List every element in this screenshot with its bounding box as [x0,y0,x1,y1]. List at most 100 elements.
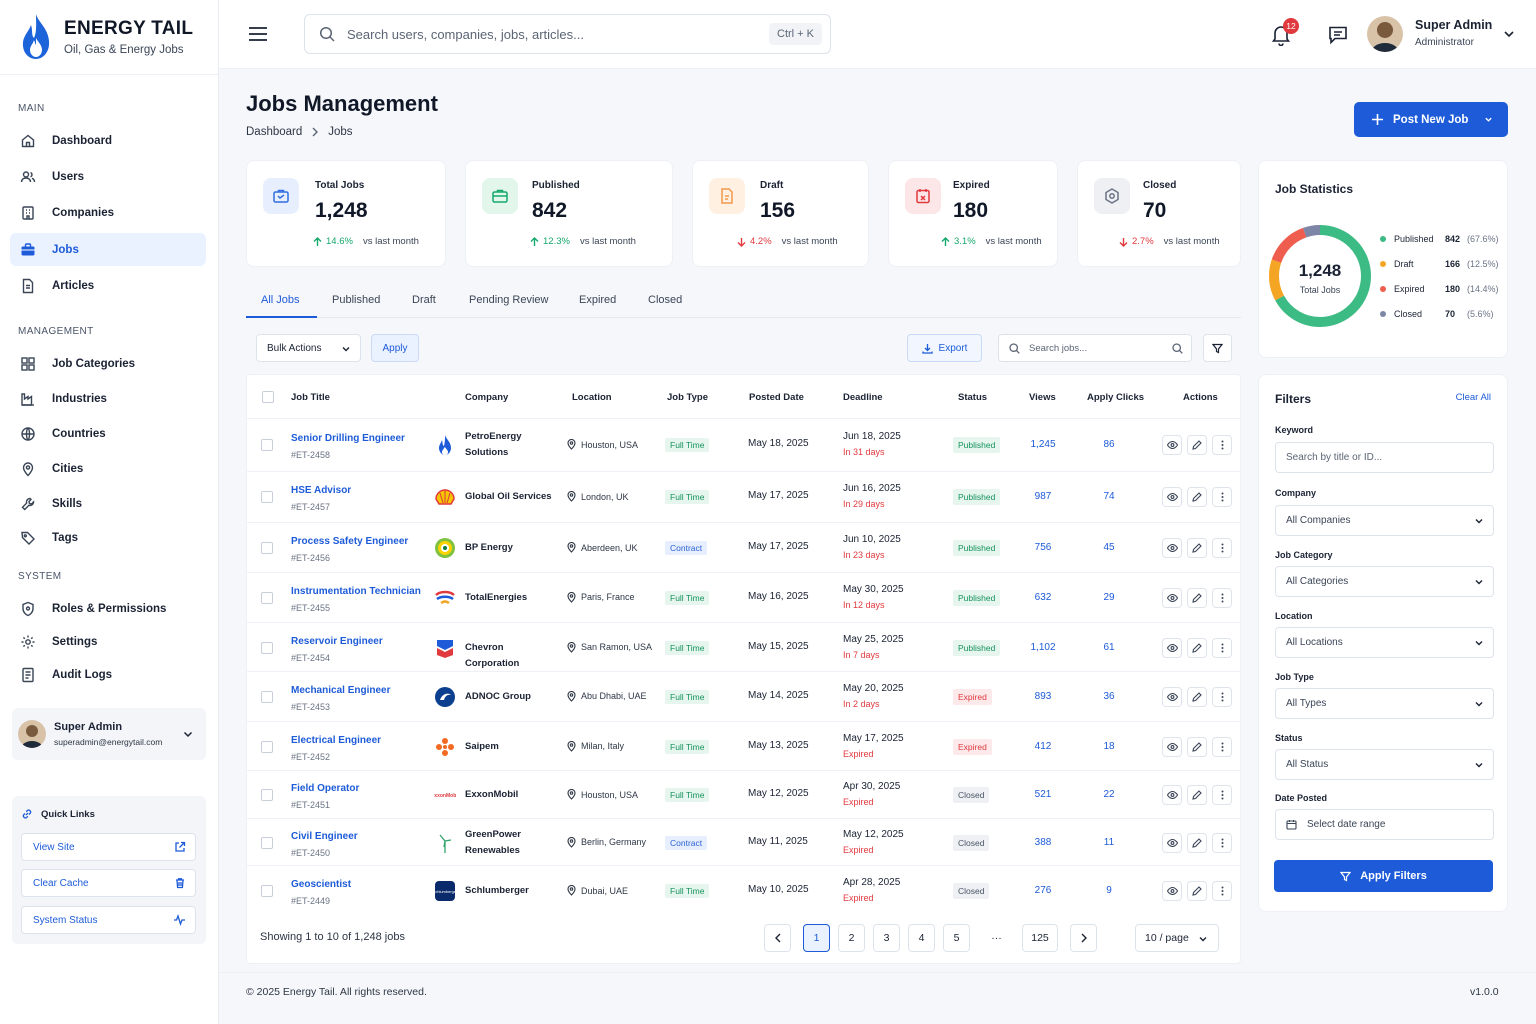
bulk-actions-select[interactable]: Bulk Actions [256,334,361,362]
row-checkbox[interactable] [261,740,273,753]
table-row[interactable]: Process Safety Engineer #ET-2456 BP Energy… [246,522,1241,572]
view-job-button[interactable] [1162,587,1182,608]
view-job-button[interactable] [1162,487,1182,507]
row-checkbox[interactable] [261,591,273,604]
hamburger-menu-icon[interactable] [249,27,267,41]
row-checkbox[interactable] [261,641,273,654]
more-actions-button[interactable] [1212,785,1232,805]
table-row[interactable]: Reservoir Engineer #ET-2454 Chevron Corpor… [246,622,1241,671]
edit-job-button[interactable] [1187,435,1207,455]
apply-bulk-button[interactable]: Apply [371,334,419,362]
sidebar-item-cities[interactable]: Cities [10,452,206,485]
tab-draft[interactable]: Draft [412,294,436,306]
view-job-button[interactable] [1162,435,1182,455]
row-checkbox[interactable] [261,836,273,849]
more-actions-button[interactable] [1212,881,1232,901]
system-status-link[interactable]: System Status [21,906,196,934]
row-checkbox[interactable] [261,542,273,554]
edit-job-button[interactable] [1187,587,1207,608]
apply-filters-button[interactable]: Apply Filters [1274,860,1493,892]
view-job-button[interactable] [1162,538,1182,558]
column-header[interactable]: Company [465,392,508,403]
page-button[interactable]: 5 [943,924,970,952]
messages-icon[interactable] [1328,25,1348,45]
view-job-button[interactable] [1162,832,1182,853]
column-header[interactable]: Views [1029,392,1056,403]
more-actions-button[interactable] [1212,487,1232,507]
per-page-select[interactable]: 10 / page [1135,924,1219,952]
view-job-button[interactable] [1162,736,1182,757]
chevron-down-icon[interactable] [1503,28,1515,40]
search-jobs-input[interactable]: Search jobs... [998,334,1192,362]
tab-closed[interactable]: Closed [648,294,682,306]
sidebar-item-tags[interactable]: Tags [10,521,206,554]
table-row[interactable]: HSE Advisor #ET-2457 Global Oil Services Lo… [246,471,1241,521]
job-title-link[interactable]: Mechanical Engineer [291,685,390,696]
row-checkbox[interactable] [261,491,273,503]
stat-card-closed[interactable]: Closed 70 2.7% vs last month [1077,160,1241,267]
prev-page-button[interactable] [764,924,791,952]
stat-card-draft[interactable]: Draft 156 4.2% vs last month [692,160,869,267]
sidebar-item-job-categories[interactable]: Job Categories [10,347,206,380]
job-type-select[interactable]: All Types [1275,688,1494,719]
sidebar-user-card[interactable]: Super Admin superadmin@energytail.com [12,708,206,760]
table-row[interactable]: Electrical Engineer #ET-2452 Saipem Milan, … [246,721,1241,770]
sidebar-item-settings[interactable]: Settings [10,625,206,658]
page-button[interactable]: 2 [838,924,865,952]
column-header[interactable]: Location [572,392,612,403]
edit-job-button[interactable] [1187,538,1207,558]
sidebar-item-roles-permissions[interactable]: Roles & Permissions [10,592,206,625]
stat-card-published[interactable]: Published 842 12.3% vs last month [465,160,673,267]
edit-job-button[interactable] [1187,881,1207,901]
sidebar-item-audit-logs[interactable]: Audit Logs [10,658,206,691]
job-title-link[interactable]: Senior Drilling Engineer [291,433,405,444]
topbar-user-menu[interactable]: Super Admin Administrator [1415,18,1492,48]
more-actions-button[interactable] [1212,587,1232,608]
column-header[interactable]: Job Title [291,392,330,403]
table-row[interactable]: Senior Drilling Engineer #ET-2458 PetroEne… [246,418,1241,470]
more-actions-button[interactable] [1212,435,1232,455]
select-all-checkbox[interactable] [262,391,274,403]
job-title-link[interactable]: Field Operator [291,783,359,794]
sidebar-item-companies[interactable]: Companies [10,196,206,229]
column-header[interactable]: Status [958,392,987,403]
sidebar-item-dashboard[interactable]: Dashboard [10,124,206,157]
column-header[interactable]: Job Type [667,392,708,403]
view-job-button[interactable] [1162,637,1182,658]
date-range-input[interactable]: Select date range [1275,809,1494,840]
filter-button[interactable] [1203,334,1232,362]
more-actions-button[interactable] [1212,686,1232,707]
view-job-button[interactable] [1162,686,1182,707]
sidebar-item-industries[interactable]: Industries [10,382,206,415]
page-button[interactable]: 125 [1022,924,1058,952]
breadcrumb-dashboard[interactable]: Dashboard [246,126,302,138]
category-select[interactable]: All Categories [1275,566,1494,597]
brand-logo[interactable]: ENERGY TAIL Oil, Gas & Energy Jobs [18,12,193,62]
page-button[interactable]: 4 [908,924,935,952]
tab-expired[interactable]: Expired [579,294,616,306]
row-checkbox[interactable] [261,885,273,897]
clear-cache-link[interactable]: Clear Cache [21,869,196,897]
export-button[interactable]: Export [907,334,982,362]
job-title-link[interactable]: Electrical Engineer [291,735,381,746]
column-header[interactable]: Posted Date [749,392,804,403]
sidebar-item-articles[interactable]: Articles [10,269,206,302]
status-select[interactable]: All Status [1275,749,1494,780]
job-title-link[interactable]: Process Safety Engineer [291,536,408,547]
sidebar-item-countries[interactable]: Countries [10,417,206,450]
row-checkbox[interactable] [261,690,273,703]
global-search-input[interactable]: Search users, companies, jobs, articles.… [304,14,831,54]
edit-job-button[interactable] [1187,487,1207,507]
keyword-input[interactable]: Search by title or ID... [1275,442,1494,473]
location-select[interactable]: All Locations [1275,627,1494,658]
row-checkbox[interactable] [261,789,273,801]
table-row[interactable]: Geoscientist #ET-2449 Schlumberger Schlumbe… [246,865,1241,915]
tab-published[interactable]: Published [332,294,380,306]
view-job-button[interactable] [1162,785,1182,805]
stat-card-expired[interactable]: Expired 180 3.1% vs last month [888,160,1058,267]
view-site-link[interactable]: View Site [21,833,196,861]
table-row[interactable]: Field Operator #ET-2451 ExxonMobil ExxonMob… [246,770,1241,818]
table-row[interactable]: Instrumentation Technician #ET-2455 TotalE… [246,572,1241,621]
job-title-link[interactable]: HSE Advisor [291,485,351,496]
edit-job-button[interactable] [1187,832,1207,853]
